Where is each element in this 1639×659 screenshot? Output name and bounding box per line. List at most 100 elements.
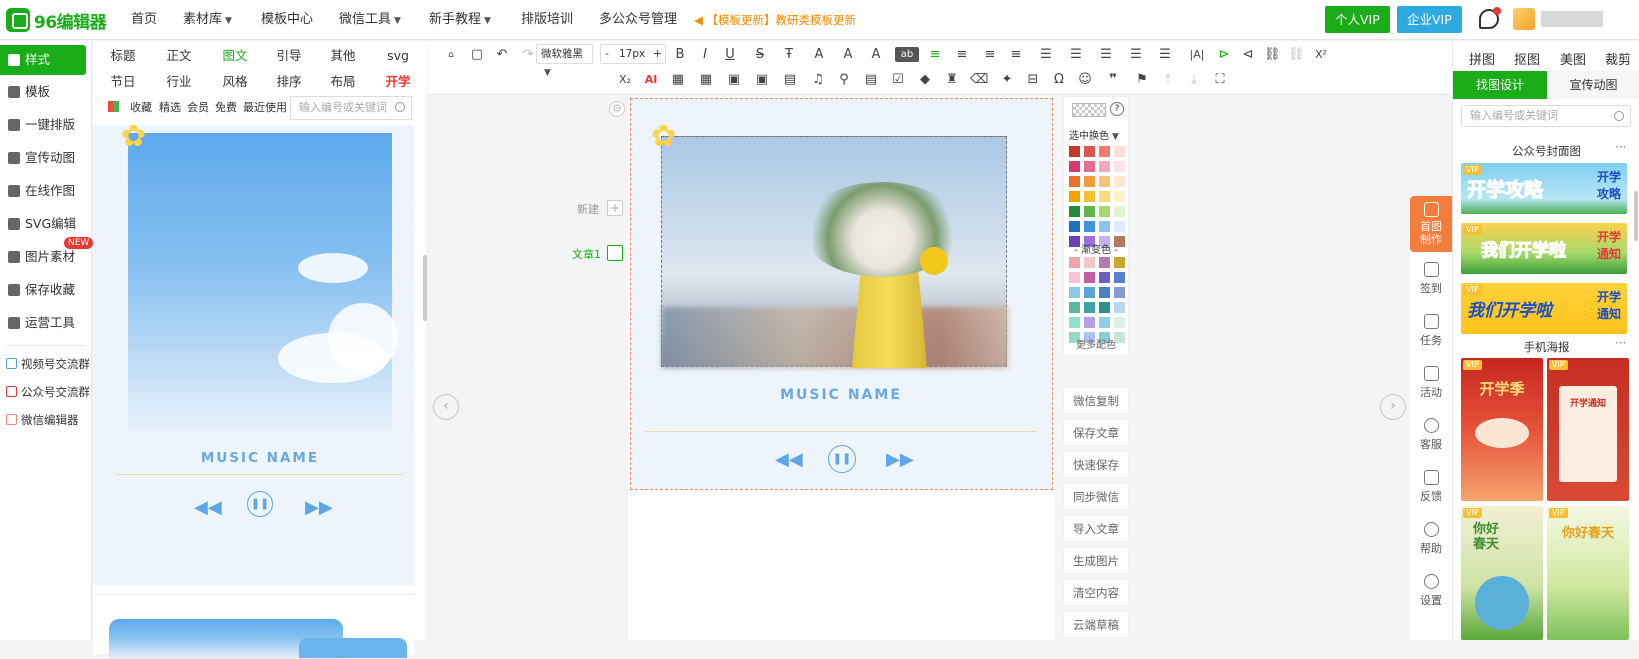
more-icon[interactable]: ··· bbox=[1615, 336, 1626, 350]
emoji-icon[interactable]: ☺ bbox=[1077, 70, 1093, 90]
color-swatch[interactable] bbox=[1114, 206, 1125, 217]
filter-free[interactable]: 免费 bbox=[215, 99, 237, 115]
undo-icon[interactable]: ↶ bbox=[493, 45, 511, 65]
personal-vip-button[interactable]: 个人VIP bbox=[1325, 6, 1390, 33]
indent-icon[interactable]: ☰ bbox=[1035, 45, 1057, 65]
redo-icon[interactable]: ↷ bbox=[519, 45, 537, 65]
cover-thumb[interactable]: VIP 我们开学啦 开学通知 bbox=[1461, 283, 1627, 334]
cover-thumb[interactable]: VIP 开学攻略 开学攻略 bbox=[1461, 163, 1627, 214]
paste-icon[interactable]: ▤ bbox=[863, 70, 879, 90]
color-swatch[interactable] bbox=[1084, 176, 1095, 187]
color-swatch[interactable] bbox=[1099, 221, 1110, 232]
segment-gif[interactable]: 宣传动图 bbox=[1547, 71, 1639, 99]
highlight-button[interactable]: A bbox=[868, 45, 884, 65]
category-sort[interactable]: 排序 bbox=[264, 70, 314, 94]
article-tab[interactable]: 文章1 bbox=[572, 246, 601, 262]
color-swatch[interactable] bbox=[1099, 161, 1110, 172]
left-nav-item-templates[interactable]: 模板 bbox=[0, 77, 92, 107]
color-swatch[interactable] bbox=[1099, 257, 1110, 268]
message-icon[interactable] bbox=[1479, 7, 1501, 29]
color-swatch[interactable] bbox=[1099, 302, 1110, 313]
color-swatch[interactable] bbox=[1114, 272, 1125, 283]
paragraph-spacing-icon[interactable]: ☰ bbox=[1095, 45, 1117, 65]
color-swatch[interactable] bbox=[1114, 146, 1125, 157]
sync-wechat-button[interactable]: 同步微信 bbox=[1063, 483, 1129, 510]
size-plus-button[interactable]: + bbox=[653, 45, 662, 63]
clear-format-icon[interactable]: ⊲ bbox=[1240, 45, 1256, 65]
image-gallery-icon[interactable]: ▣ bbox=[754, 70, 770, 90]
format-brush-icon[interactable]: ♜ bbox=[944, 70, 960, 90]
left-nav-item-online-design[interactable]: 在线作图 bbox=[0, 176, 92, 206]
tab-beautify[interactable]: 美图 bbox=[1560, 49, 1586, 68]
group-official[interactable]: 公众号交流群 bbox=[0, 380, 92, 404]
forward-icon[interactable]: ▶▶ bbox=[886, 451, 914, 469]
import-article-button[interactable]: 导入文章 bbox=[1063, 515, 1129, 542]
text-box-button[interactable]: A bbox=[811, 45, 827, 65]
quote-icon[interactable]: ❞ bbox=[1102, 70, 1124, 90]
color-swatch[interactable] bbox=[1069, 176, 1080, 187]
color-swatch[interactable] bbox=[1099, 146, 1110, 157]
tool-feedback[interactable]: 反馈 bbox=[1410, 470, 1452, 504]
clear-content-button[interactable]: 清空内容 bbox=[1063, 579, 1129, 606]
color-swatch[interactable] bbox=[1114, 287, 1125, 298]
link-icon[interactable]: ⛓ bbox=[1264, 45, 1281, 65]
color-swatch[interactable] bbox=[1069, 272, 1080, 283]
align-right-icon[interactable]: ≡ bbox=[982, 45, 998, 65]
quick-save-button[interactable]: 快速保存 bbox=[1063, 451, 1129, 478]
left-nav-item-svg[interactable]: SVG编辑 bbox=[0, 209, 92, 239]
left-nav-item-favorites[interactable]: 保存收藏 bbox=[0, 275, 92, 305]
segment-design[interactable]: 找图设计 bbox=[1453, 71, 1547, 99]
color-swatch[interactable] bbox=[1084, 317, 1095, 328]
nav-tutorial[interactable]: 新手教程 ▼ bbox=[429, 0, 491, 40]
color-swatch[interactable] bbox=[1084, 161, 1095, 172]
category-guide[interactable]: 引导 bbox=[264, 44, 314, 68]
left-nav-item-gif[interactable]: 宣传动图 bbox=[0, 143, 92, 173]
settings-icon[interactable]: ⚙ bbox=[609, 101, 625, 117]
color-swatch[interactable] bbox=[1084, 287, 1095, 298]
bouquet-photo[interactable] bbox=[661, 136, 1008, 368]
music-name[interactable]: MUSIC NAME bbox=[631, 387, 1051, 403]
tool-support[interactable]: 客服 bbox=[1410, 418, 1452, 452]
fullscreen-icon[interactable]: ⛶ bbox=[1212, 70, 1228, 90]
category-festival[interactable]: 节日 bbox=[98, 70, 148, 94]
enterprise-vip-button[interactable]: 企业VIP bbox=[1397, 6, 1462, 33]
nav-home[interactable]: 首页 bbox=[131, 0, 157, 40]
material-scrollbar[interactable] bbox=[423, 255, 427, 321]
color-swatch[interactable] bbox=[1084, 191, 1095, 202]
tool-help[interactable]: 帮助 bbox=[1410, 522, 1452, 556]
overline-button[interactable]: Ŧ bbox=[781, 45, 797, 65]
cover-thumb[interactable]: VIP 我们开学啦 开学通知 bbox=[1461, 223, 1627, 274]
html-icon[interactable]: ⌂ bbox=[441, 45, 461, 65]
logo[interactable]: 96编辑器 bbox=[6, 8, 107, 33]
superscript-button[interactable]: X² bbox=[1313, 45, 1329, 65]
move-down-icon[interactable]: ⤓ bbox=[1186, 70, 1202, 90]
color-swatch[interactable] bbox=[1069, 317, 1080, 328]
video-icon[interactable]: ▤ bbox=[782, 70, 798, 90]
list-icon[interactable]: ☰ bbox=[1154, 45, 1176, 65]
comment-icon[interactable]: ⚑ bbox=[1134, 70, 1150, 90]
tool-tasks[interactable]: 任务 bbox=[1410, 314, 1452, 348]
bold-button[interactable]: B bbox=[672, 45, 688, 65]
ai-button[interactable]: AI bbox=[643, 70, 659, 90]
tag-icon[interactable]: ◆ bbox=[917, 70, 933, 90]
pattern-icon[interactable]: ▦ bbox=[670, 70, 686, 90]
tab-crop[interactable]: 裁剪 bbox=[1605, 49, 1631, 68]
color-swatch[interactable] bbox=[1099, 287, 1110, 298]
move-up-icon[interactable]: ⤒ bbox=[1160, 70, 1176, 90]
tool-cover-maker[interactable]: 首图制作 bbox=[1410, 196, 1452, 252]
strike-button[interactable]: S bbox=[752, 45, 768, 65]
map-icon[interactable]: ⚲ bbox=[836, 70, 852, 90]
color-swatch[interactable] bbox=[1069, 221, 1080, 232]
right-search-input[interactable]: 输入编号或关键词 bbox=[1461, 105, 1631, 127]
prev-arrow-icon[interactable]: ‹ bbox=[433, 394, 459, 420]
nav-training[interactable]: 排版培训 bbox=[521, 0, 573, 40]
color-swatch[interactable] bbox=[1114, 317, 1125, 328]
checkbox-icon[interactable]: ☑ bbox=[890, 70, 906, 90]
page-break-icon[interactable]: ⊟ bbox=[1025, 70, 1041, 90]
subscript-button[interactable]: X₂ bbox=[617, 70, 633, 90]
music-icon[interactable]: ♫ bbox=[810, 70, 826, 90]
tab-collage[interactable]: 拼图 bbox=[1469, 49, 1495, 68]
material-card[interactable] bbox=[93, 594, 414, 659]
letter-spacing-icon[interactable]: ☰ bbox=[1125, 45, 1147, 65]
color-swatch[interactable] bbox=[1084, 146, 1095, 157]
